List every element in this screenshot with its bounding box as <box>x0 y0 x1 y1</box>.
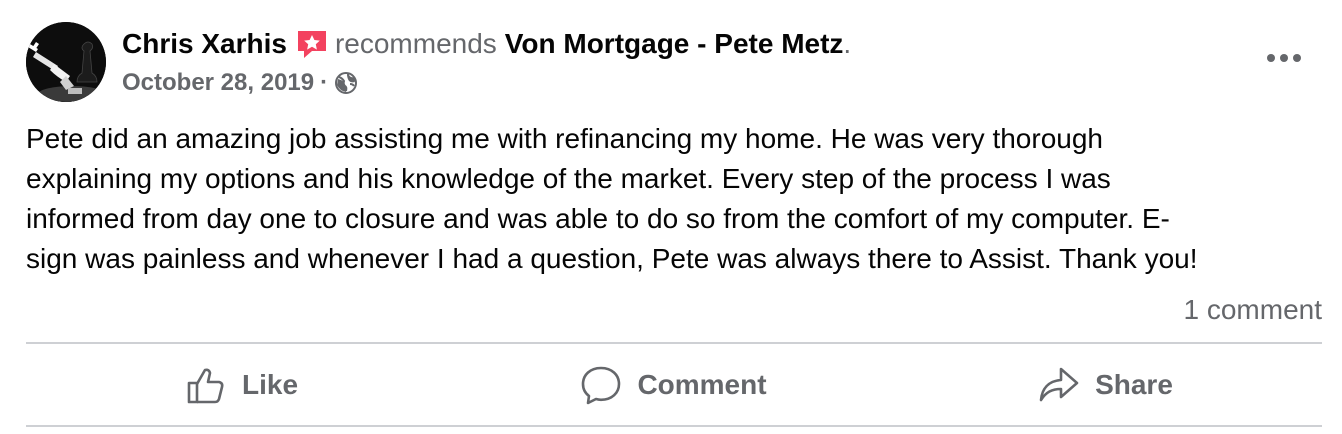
post-text-line: sign was painless and whenever I had a q… <box>26 243 1198 274</box>
share-button[interactable]: Share <box>890 344 1322 425</box>
comment-label: Comment <box>637 368 767 400</box>
share-label: Share <box>1095 368 1173 400</box>
comment-count-link[interactable]: 1 comment <box>1184 290 1323 330</box>
post-text-line: explaining my options and his knowledge … <box>26 163 1111 194</box>
post-text: Pete did an amazing job assisting me wit… <box>26 119 1322 279</box>
avatar[interactable] <box>26 22 106 102</box>
more-options-icon <box>1267 54 1301 62</box>
thumbs-up-icon <box>186 365 226 405</box>
more-options-button[interactable] <box>1262 40 1306 76</box>
header-period: . <box>843 28 852 59</box>
post-text-line: informed from day one to closure and was… <box>26 203 1170 234</box>
post-meta: October 28, 2019 · <box>122 66 358 100</box>
meta-separator: · <box>320 69 329 96</box>
post-text-line: Pete did an amazing job assisting me wit… <box>26 123 1103 154</box>
divider <box>26 425 1322 427</box>
recommend-star-badge-icon <box>295 27 329 61</box>
action-bar: Like Comment Share <box>26 344 1322 425</box>
share-arrow-icon <box>1039 365 1079 405</box>
post-header: Chris Xarhis recommends Von Mortgage - P… <box>122 24 851 64</box>
speech-bubble-icon <box>581 365 621 405</box>
recommended-page-name[interactable]: Von Mortgage - Pete Metz <box>505 24 844 64</box>
author-name[interactable]: Chris Xarhis <box>122 24 287 64</box>
recommends-label: recommends <box>334 28 497 59</box>
like-button[interactable]: Like <box>26 344 458 425</box>
like-label: Like <box>241 368 299 400</box>
globe-icon[interactable] <box>334 71 358 95</box>
comment-button[interactable]: Comment <box>458 344 890 425</box>
post-timestamp[interactable]: October 28, 2019 <box>122 69 314 97</box>
recommendation-post: Chris Xarhis recommends Von Mortgage - P… <box>0 0 1342 434</box>
avatar-chess-image <box>26 22 106 102</box>
